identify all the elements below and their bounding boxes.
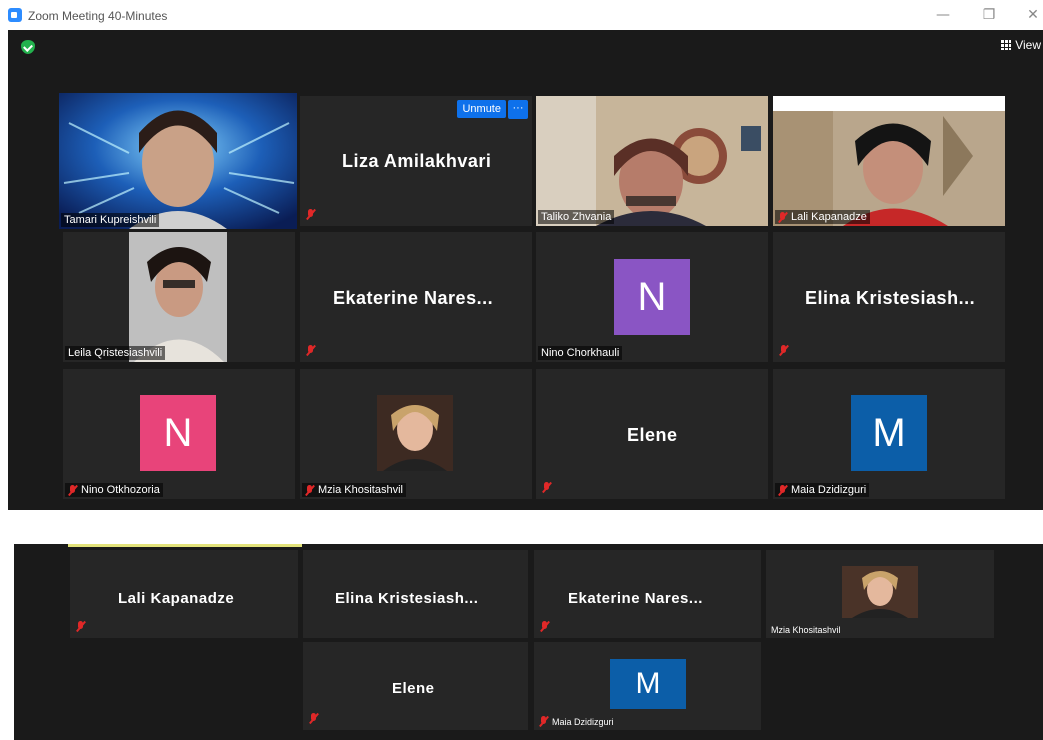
muted-mic-icon bbox=[778, 211, 787, 223]
muted-mic-icon bbox=[76, 621, 85, 632]
participant-name-label: Mzia Khositashvil bbox=[768, 624, 844, 636]
participant-name: Elina Kristesiash... bbox=[335, 590, 479, 607]
video-tile-elene[interactable]: Elene bbox=[303, 642, 528, 730]
video-tile-leila[interactable]: Leila Qristesiashvili bbox=[63, 232, 295, 362]
participant-name: Leila Qristesiashvili bbox=[68, 347, 163, 359]
participant-name: Lali Kapanadze bbox=[791, 211, 867, 223]
participant-video bbox=[129, 232, 227, 362]
participant-name-label: Lali Kapanadze bbox=[775, 210, 870, 224]
muted-mic-icon bbox=[539, 716, 548, 727]
muted-mic-icon bbox=[540, 621, 549, 632]
muted-mic-icon bbox=[306, 209, 315, 220]
participant-name-label: Nino Otkhozoria bbox=[65, 483, 163, 497]
active-speaker-border bbox=[68, 544, 302, 547]
view-button[interactable]: View bbox=[1001, 36, 1043, 54]
participant-name: Ekaterine Nares... bbox=[568, 590, 703, 607]
participant-name: Tamari Kupreishvili bbox=[64, 214, 157, 226]
more-options-button[interactable]: ··· bbox=[508, 100, 528, 119]
participant-name-label: Leila Qristesiashvili bbox=[65, 346, 166, 360]
participant-name: Mzia Khositashvil bbox=[771, 625, 841, 635]
muted-mic-icon bbox=[309, 713, 318, 724]
video-tile-tamari[interactable]: Tamari Kupreishvili bbox=[59, 93, 297, 229]
muted-mic-icon bbox=[779, 345, 788, 356]
participant-video bbox=[59, 93, 297, 229]
restore-button[interactable]: ❐ bbox=[978, 5, 1000, 25]
participant-name: Elina Kristesiash... bbox=[805, 288, 976, 308]
muted-mic-icon bbox=[542, 482, 551, 493]
view-label: View bbox=[1015, 38, 1041, 52]
participant-video bbox=[773, 96, 1005, 226]
video-tile-mzia[interactable]: Mzia Khositashvil bbox=[300, 369, 532, 499]
muted-mic-icon bbox=[778, 484, 787, 496]
participant-name: Maia Dzidizguri bbox=[552, 716, 614, 727]
video-tile-nino-chorkhauli[interactable]: N Nino Chorkhauli bbox=[536, 232, 768, 362]
unmute-button[interactable]: Unmute bbox=[457, 100, 506, 118]
window-title: Zoom Meeting 40-Minutes bbox=[28, 9, 168, 23]
participant-photo bbox=[842, 566, 918, 618]
video-tile-mzia[interactable]: Mzia Khositashvil bbox=[766, 550, 994, 638]
window-title-bar: Zoom Meeting 40-Minutes — ❐ ✕ bbox=[0, 0, 1043, 30]
video-tile-liza[interactable]: Unmute ··· Liza Amilakhvari bbox=[300, 96, 532, 226]
participant-name-label: Nino Chorkhauli bbox=[538, 346, 623, 360]
participant-name: Nino Chorkhauli bbox=[541, 347, 620, 359]
video-tile-lali[interactable]: Lali Kapanadze bbox=[773, 96, 1005, 226]
participant-name: Taliko Zhvania bbox=[541, 211, 612, 223]
video-tile-maia[interactable]: M Maia Dzidizguri bbox=[773, 369, 1005, 499]
participant-photo bbox=[377, 395, 453, 471]
participant-name-label: Maia Dzidizguri bbox=[775, 483, 870, 497]
video-tile-ekaterine[interactable]: Ekaterine Nares... bbox=[300, 232, 532, 362]
video-tile-nino-otkhozoria[interactable]: N Nino Otkhozoria bbox=[63, 369, 295, 499]
participant-name-label: Tamari Kupreishvili bbox=[61, 213, 160, 227]
video-tile-elene[interactable]: Elene bbox=[536, 369, 768, 499]
participant-name: Elene bbox=[627, 425, 678, 445]
avatar: N bbox=[614, 259, 690, 335]
grid-view-icon bbox=[1001, 40, 1012, 50]
participant-name: Liza Amilakhvari bbox=[342, 151, 492, 171]
participant-name-label: Maia Dzidizguri bbox=[536, 715, 617, 728]
participant-name-label: Taliko Zhvania bbox=[538, 210, 615, 224]
participant-video bbox=[536, 96, 768, 226]
video-tile-elina[interactable]: Elina Kristesiash... bbox=[303, 550, 528, 638]
participant-name: Maia Dzidizguri bbox=[791, 484, 867, 496]
participant-name: Ekaterine Nares... bbox=[333, 288, 494, 308]
participant-name: Elene bbox=[392, 680, 435, 697]
close-button[interactable]: ✕ bbox=[1022, 5, 1043, 25]
avatar: M bbox=[851, 395, 927, 471]
avatar: N bbox=[140, 395, 216, 471]
video-tile-ekaterine[interactable]: Ekaterine Nares... bbox=[534, 550, 761, 638]
meeting-gallery-view: View Tamari Kupreishvili Unmute ··· Liza… bbox=[8, 30, 1043, 510]
video-tile-maia[interactable]: M Maia Dzidizguri bbox=[534, 642, 761, 730]
video-tile-elina[interactable]: Elina Kristesiash... bbox=[773, 232, 1005, 362]
participant-name: Nino Otkhozoria bbox=[81, 484, 160, 496]
participant-name: Lali Kapanadze bbox=[118, 590, 235, 607]
participant-name-label: Mzia Khositashvil bbox=[302, 483, 406, 497]
zoom-app-icon bbox=[8, 8, 22, 22]
muted-mic-icon bbox=[68, 484, 77, 496]
muted-mic-icon bbox=[305, 484, 314, 496]
video-tile-taliko[interactable]: Taliko Zhvania bbox=[536, 96, 768, 226]
meeting-gallery-view-secondary: Lali Kapanadze Elina Kristesiash... Ekat… bbox=[14, 544, 1043, 740]
video-tile-lali[interactable]: Lali Kapanadze bbox=[70, 550, 298, 638]
minimize-button[interactable]: — bbox=[932, 5, 954, 25]
avatar: M bbox=[610, 659, 686, 709]
participant-name: Mzia Khositashvil bbox=[318, 484, 403, 496]
muted-mic-icon bbox=[306, 345, 315, 356]
encryption-shield-icon[interactable] bbox=[21, 40, 35, 54]
